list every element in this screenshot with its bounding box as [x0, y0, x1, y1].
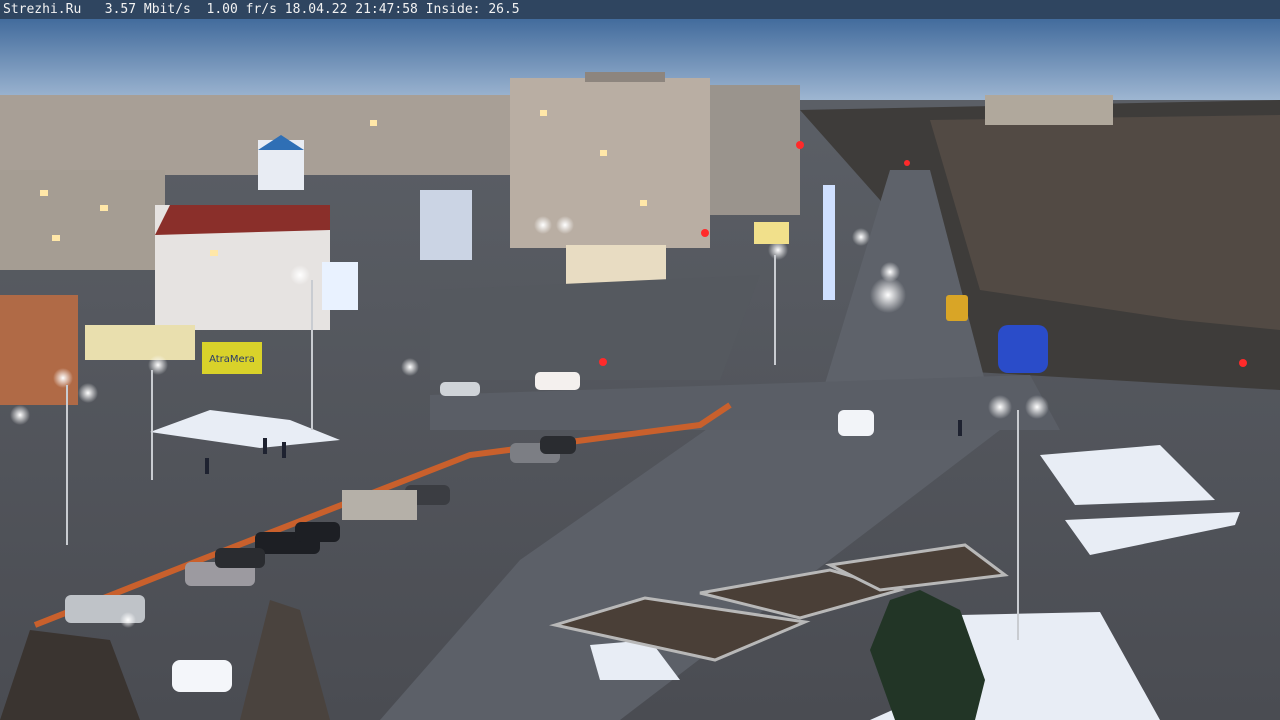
date: 18.04.22	[284, 2, 348, 17]
site-name: Strezhi.Ru	[3, 2, 82, 17]
street-camera-view: AtraMera	[0, 0, 1280, 720]
framerate: 1.00 fr/s	[206, 2, 277, 17]
time: 21:47:58	[355, 2, 418, 17]
inside-temperature: Inside: 26.5	[425, 2, 520, 17]
billboard-text: AtraMera	[209, 354, 255, 365]
camera-overlay-bar: Strezhi.Ru 3.57 Mbit/s 1.00 fr/s 18.04.2…	[0, 0, 1280, 19]
bitrate: 3.57 Mbit/s	[104, 2, 191, 17]
